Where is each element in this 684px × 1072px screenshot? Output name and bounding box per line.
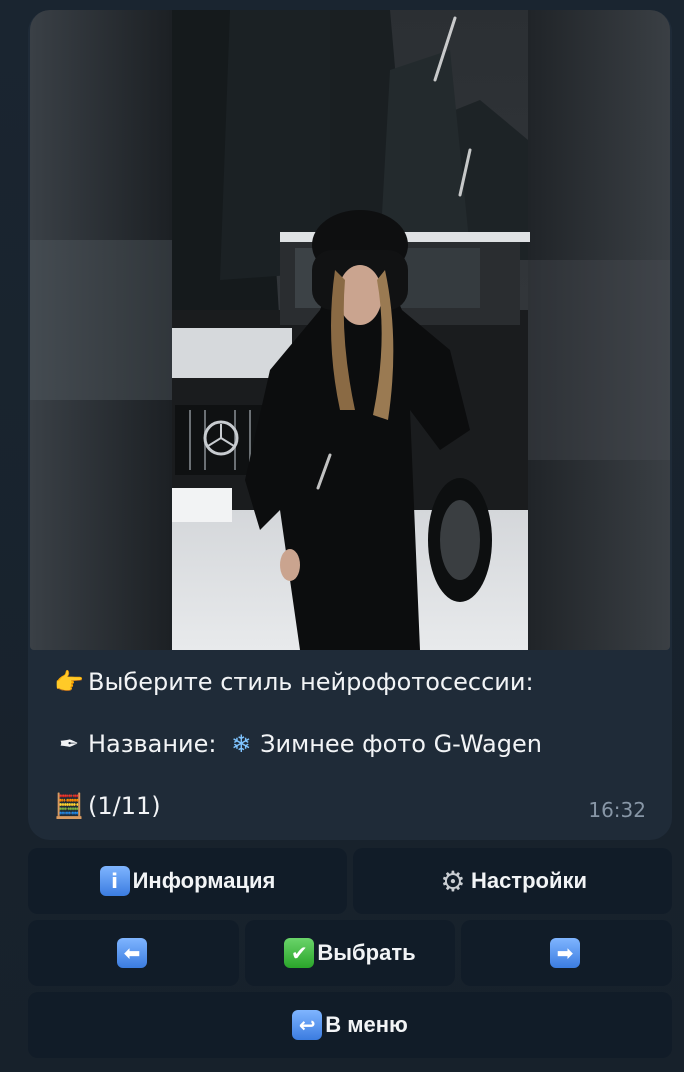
prev-button[interactable]: ⬅ bbox=[28, 920, 239, 986]
info-button[interactable]: i Информация bbox=[28, 848, 347, 914]
menu-button-label: В меню bbox=[325, 1012, 408, 1037]
style-name: Зимнее фото G-Wagen bbox=[260, 730, 542, 758]
pen-icon: ✒ bbox=[58, 730, 80, 758]
caption-line-counter: 🧮 (1/11) bbox=[52, 788, 652, 824]
info-icon: i bbox=[99, 866, 130, 896]
caption-line-name: ✒ Название: ❄ Зимнее фото G-Wagen bbox=[52, 726, 652, 762]
arrow-right-icon: ➡ bbox=[550, 938, 580, 968]
menu-button[interactable]: ↩ В меню bbox=[28, 992, 672, 1058]
message-caption: 👉 Выберите стиль нейрофотосессии: ✒ Назв… bbox=[52, 664, 652, 824]
gear-icon: ⚙ bbox=[440, 864, 466, 898]
settings-button-label: Настройки bbox=[470, 868, 588, 893]
return-icon: ↩ bbox=[292, 1010, 323, 1040]
photo-image bbox=[30, 10, 670, 650]
pointing-hand-icon: 👉 bbox=[54, 668, 84, 696]
abacus-icon: 🧮 bbox=[54, 792, 84, 820]
prompt-text: Выберите стиль нейрофотосессии: bbox=[88, 668, 534, 696]
snowflake-icon: ❄ bbox=[231, 730, 252, 758]
message-photo[interactable] bbox=[30, 10, 670, 650]
chat-screen: 👉 Выберите стиль нейрофотосессии: ✒ Назв… bbox=[0, 0, 684, 1072]
select-button-label: Выбрать bbox=[317, 940, 416, 965]
arrow-left-icon: ⬅ bbox=[117, 938, 147, 968]
info-button-label: Информация bbox=[132, 868, 276, 893]
name-label: Название: bbox=[88, 730, 225, 758]
settings-button[interactable]: ⚙ Настройки bbox=[353, 848, 672, 914]
next-button[interactable]: ➡ bbox=[461, 920, 672, 986]
select-button[interactable]: ✔ Выбрать bbox=[245, 920, 455, 986]
style-counter: (1/11) bbox=[88, 792, 161, 820]
caption-line-prompt: 👉 Выберите стиль нейрофотосессии: bbox=[52, 664, 652, 700]
message-bubble: 👉 Выберите стиль нейрофотосессии: ✒ Назв… bbox=[28, 10, 672, 840]
message-time: 16:32 bbox=[588, 798, 646, 822]
checkmark-icon: ✔ bbox=[284, 938, 315, 968]
